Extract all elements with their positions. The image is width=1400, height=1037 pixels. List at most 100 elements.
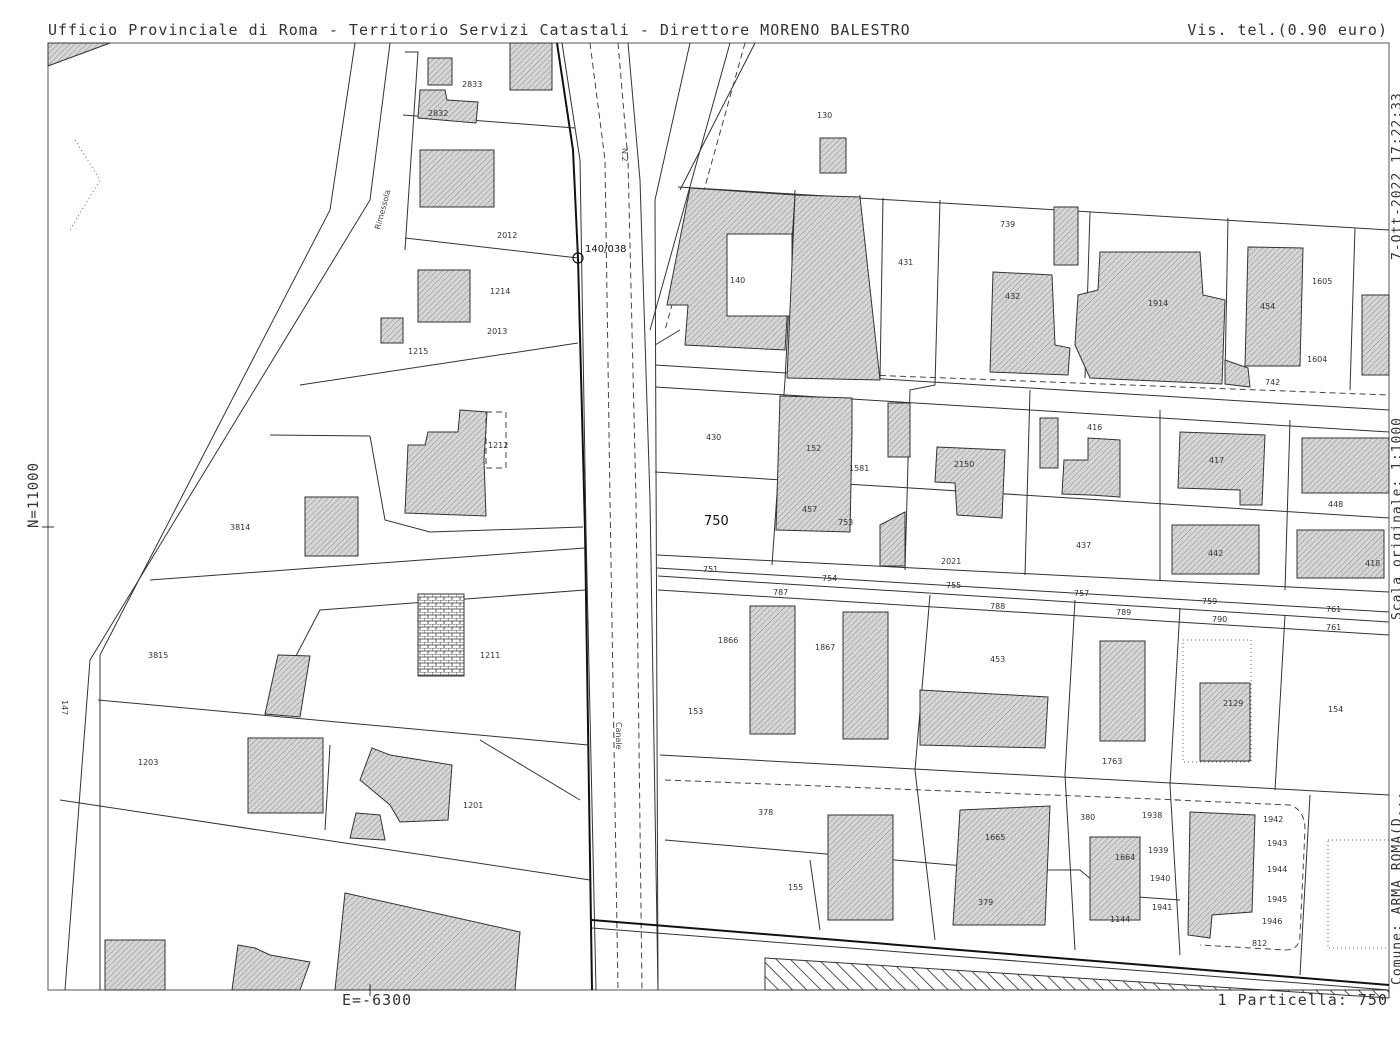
parcel-label: 1581: [849, 464, 869, 473]
parcel-label: 155: [788, 883, 803, 892]
parcel-label: 417: [1209, 456, 1224, 465]
street-label: 147: [60, 700, 69, 715]
road-line: [627, 42, 659, 991]
parcel-label: 790: [1212, 615, 1227, 624]
parcel-line: [1274, 614, 1286, 791]
parcel-line: [269, 434, 371, 437]
parcel-label: 130: [817, 111, 832, 120]
parcel-label: 787: [773, 588, 788, 597]
building: [264, 654, 311, 718]
building: [1296, 529, 1385, 579]
parcel-label: 1941: [1152, 903, 1172, 912]
parcel-label: 754: [822, 574, 837, 583]
parcel-label: 430: [706, 433, 721, 442]
building: [887, 402, 911, 458]
building: [1301, 437, 1390, 494]
building: [349, 812, 386, 841]
road-line-dashed: [617, 42, 643, 991]
parcel-label: 416: [1087, 423, 1102, 432]
parcel-label: 1604: [1307, 355, 1327, 364]
parcel-label: 1214: [490, 287, 510, 296]
parcel-label: 418: [1365, 559, 1380, 568]
east-coordinate: E=-6300: [342, 991, 413, 1009]
particella-count: 1 Particella: 750: [1217, 991, 1388, 1009]
parcel-label: 448: [1328, 500, 1343, 509]
parcel-label: 761: [1326, 623, 1341, 632]
parcel-line: [299, 342, 579, 386]
parcel-line: [1024, 389, 1031, 576]
building: [1361, 294, 1390, 376]
parcel-line: [1064, 599, 1076, 951]
building: [247, 737, 324, 814]
parcel-label: 432: [1005, 292, 1020, 301]
building: [304, 496, 359, 557]
parcel-label: 739: [1000, 220, 1015, 229]
parcel-label: 431: [898, 258, 913, 267]
parcel-label: 1144: [1110, 915, 1130, 924]
parcel-label: 3814: [230, 523, 250, 532]
header-office: Ufficio Provinciale di Roma - Territorio…: [48, 21, 911, 39]
building: [786, 194, 881, 381]
parcel-label: 1940: [1150, 874, 1170, 883]
road-line-dashed: [589, 42, 619, 991]
parcel-label: 753: [838, 518, 853, 527]
parcel-label: 1763: [1102, 757, 1122, 766]
parcel-label: 1203: [138, 758, 158, 767]
building: [1061, 437, 1121, 498]
parcel-line: [914, 594, 936, 941]
parcel-line: [904, 199, 941, 571]
parcel-label: 152: [806, 444, 821, 453]
courtyard: [726, 233, 793, 317]
parcel-line: [654, 386, 1390, 433]
parcel-label: 140: [730, 276, 745, 285]
parcel-line: [1299, 794, 1311, 976]
building-under-construction: [417, 593, 465, 677]
street-label: Rimessola: [373, 189, 392, 231]
parcel-label: 1943: [1267, 839, 1287, 848]
parcel-label: 1867: [815, 643, 835, 652]
parcel-label: 812: [1252, 939, 1267, 948]
parcel-line: [479, 739, 581, 801]
parcel-label: 378: [758, 808, 773, 817]
building: [1089, 836, 1141, 921]
building: [1187, 811, 1256, 939]
north-coordinate: N=11000: [26, 461, 42, 528]
parcel-label: 1665: [985, 833, 1005, 842]
building: [1053, 206, 1079, 266]
parcel-line: [1284, 419, 1291, 591]
parcel-label: 2832: [428, 109, 448, 118]
parcel-label: 454: [1260, 302, 1275, 311]
parcel-label: 761: [1326, 605, 1341, 614]
parcel-line: [879, 197, 884, 381]
building: [404, 409, 488, 517]
building: [879, 511, 906, 567]
parcel-label: 1212: [488, 441, 508, 450]
building: [359, 747, 453, 823]
parcel-line: [1349, 227, 1356, 391]
parcel-label: 1942: [1263, 815, 1283, 824]
parcel-label: 788: [990, 602, 1005, 611]
road-line-main: [556, 42, 593, 991]
comune-label: Comune: ARMA ROMA(D...: [1390, 790, 1400, 985]
building: [1099, 640, 1146, 742]
parcel-label: 742: [1265, 378, 1280, 387]
parcel-label: 2021: [941, 557, 961, 566]
building: [417, 269, 471, 323]
parcel-label: 1946: [1262, 917, 1282, 926]
parcel-label: 2833: [462, 80, 482, 89]
parcel-label: 380: [1080, 813, 1095, 822]
building: [417, 89, 479, 124]
building: [1074, 251, 1226, 385]
parcel-line: [656, 567, 1390, 613]
building: [952, 805, 1051, 926]
building: [827, 814, 894, 921]
building: [231, 944, 311, 991]
building-outline-dashed: [485, 411, 507, 469]
parcel-label: 755: [946, 581, 961, 590]
parcel-label: 1605: [1312, 277, 1332, 286]
parcel-label: 759: [1202, 597, 1217, 606]
building: [104, 939, 166, 991]
parcel-line-dashed: [664, 779, 1181, 801]
parcel-label: 442: [1208, 549, 1223, 558]
parcel-line: [59, 799, 591, 881]
